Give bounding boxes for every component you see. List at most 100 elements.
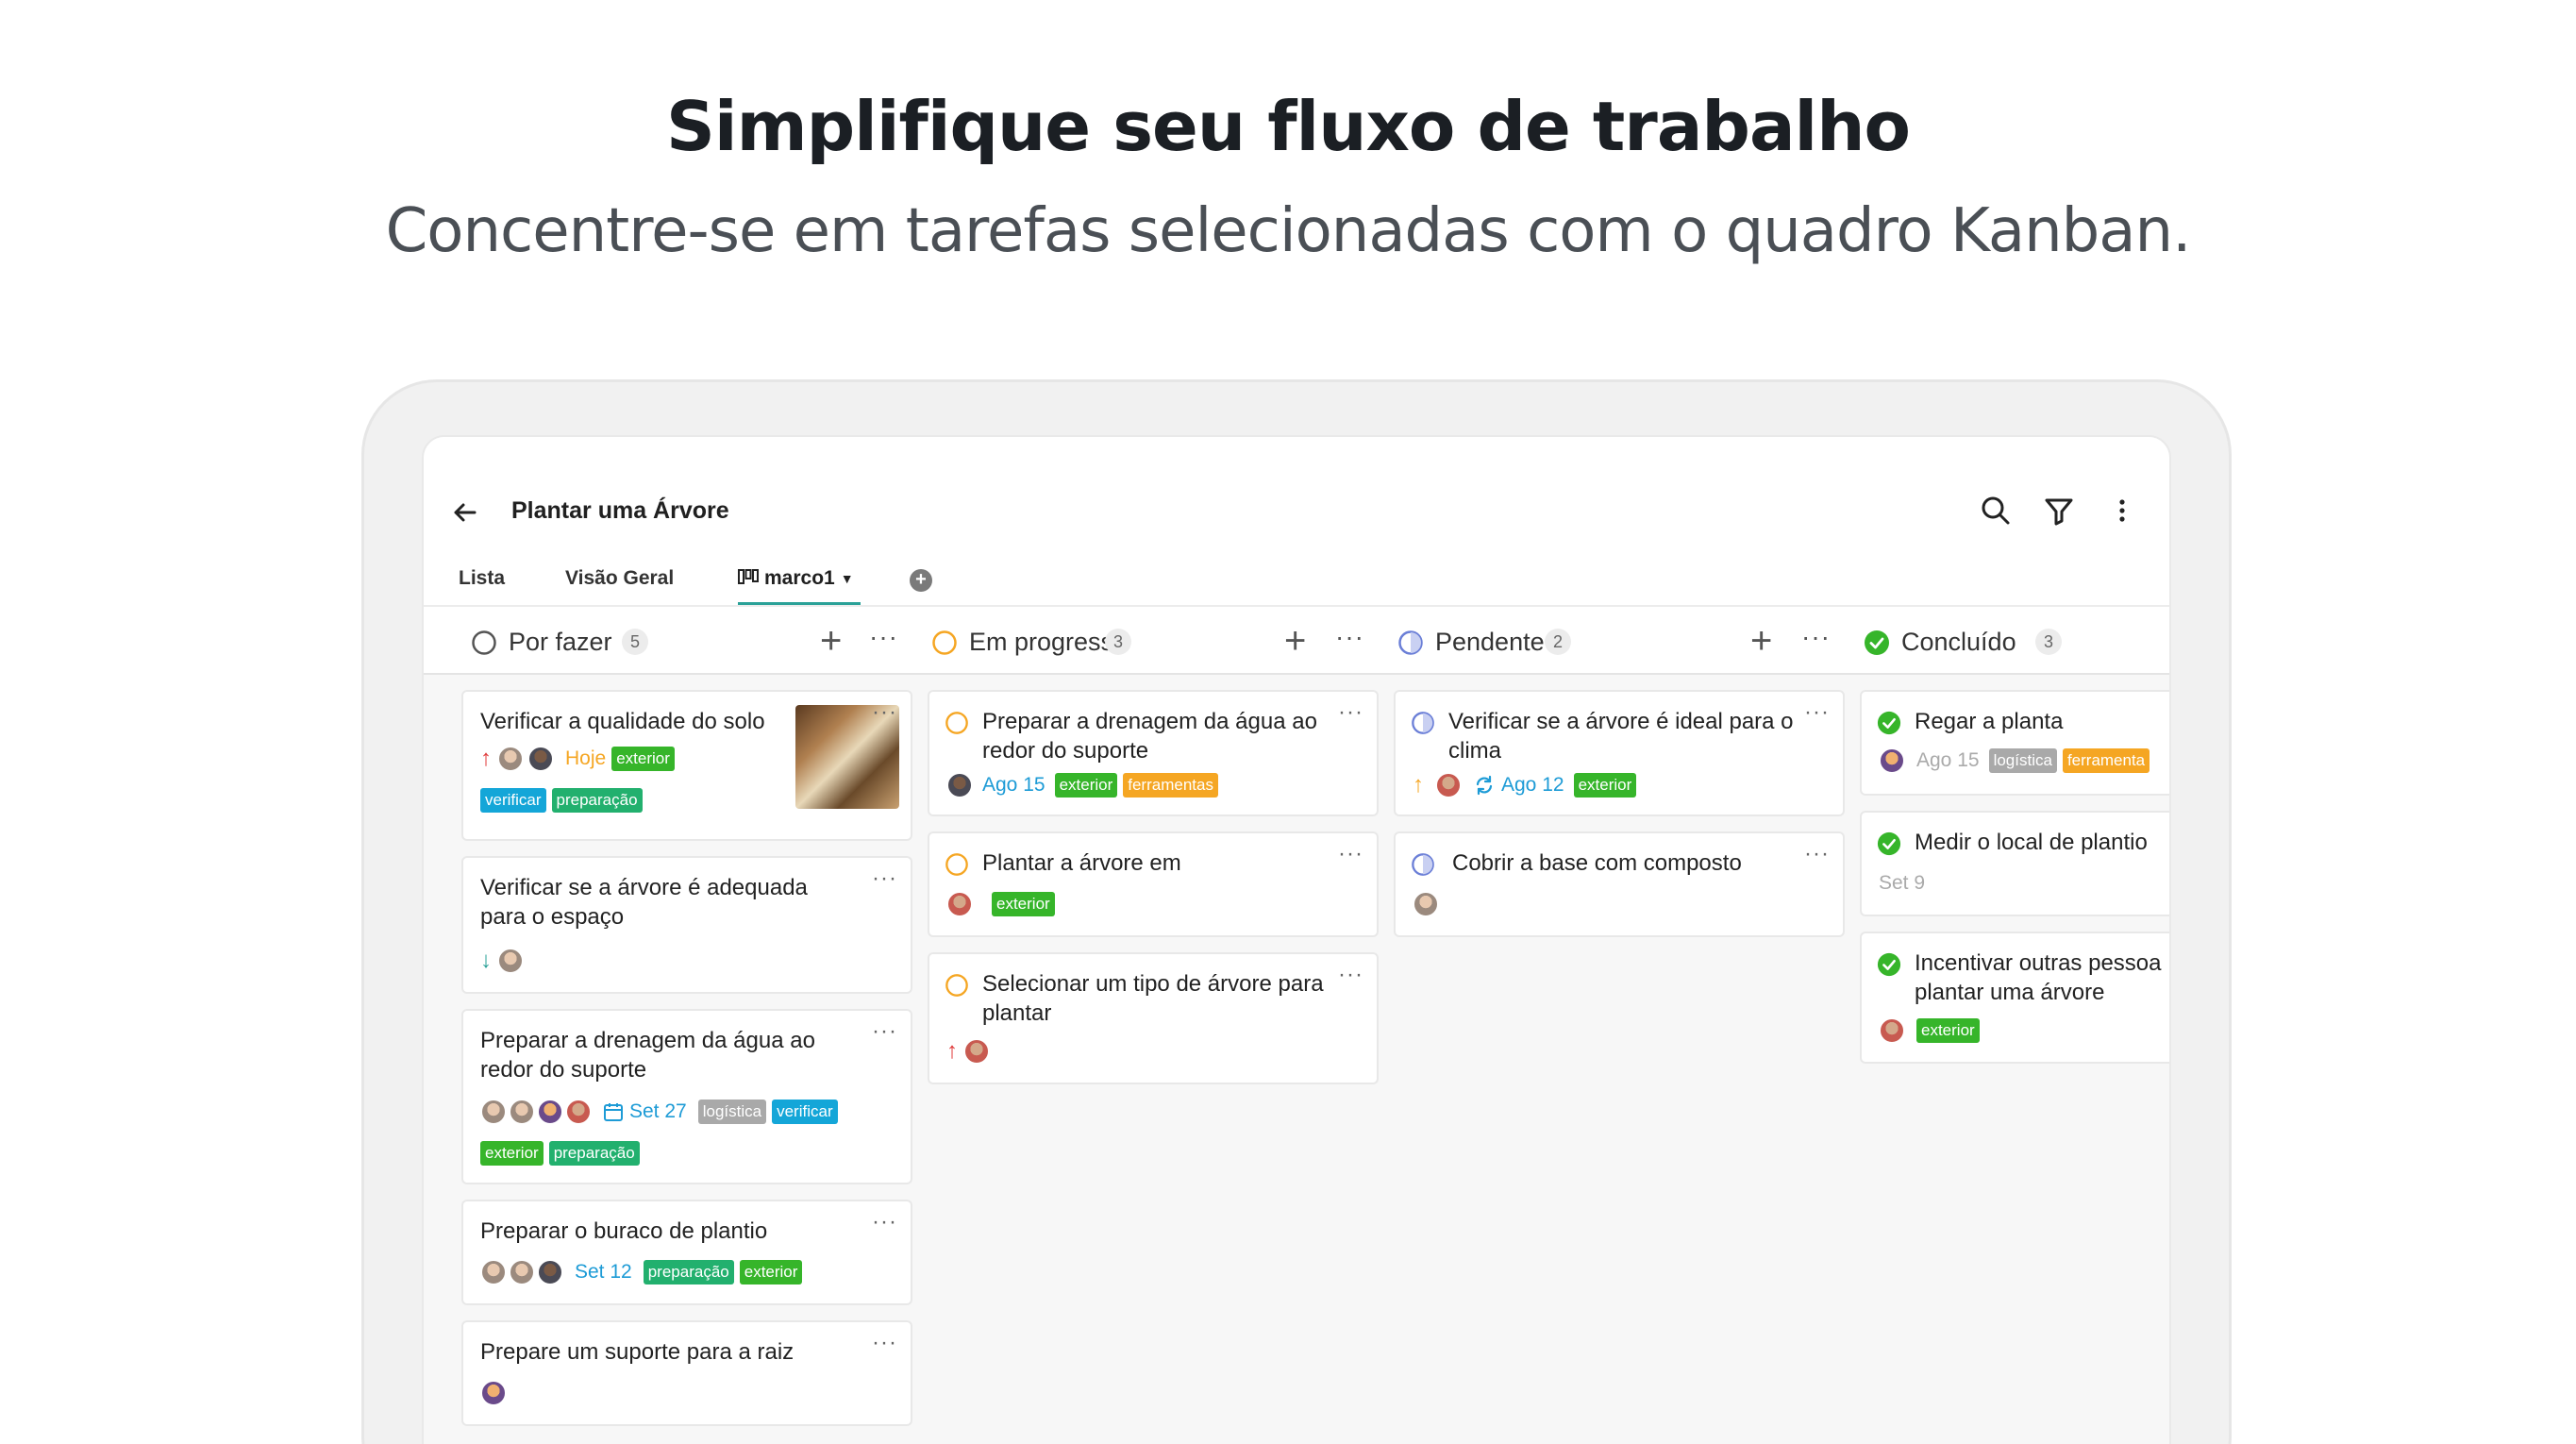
card-menu-button[interactable]: ··· [1804, 699, 1830, 726]
add-task-button[interactable]: + [820, 620, 842, 663]
card-menu-button[interactable]: ··· [1338, 841, 1363, 867]
marketing-headline: Simplifique seu fluxo de trabalho [666, 87, 1911, 166]
task-title: Plantar a árvore em [982, 850, 1181, 876]
avatar [527, 746, 554, 772]
add-view-button[interactable]: + [910, 569, 932, 592]
status-in-progress-icon [945, 712, 968, 734]
status-done-icon [1877, 831, 1901, 856]
card-menu-button[interactable]: ··· [872, 699, 897, 726]
task-card[interactable]: Preparar a drenagem da água ao redor do … [461, 1009, 912, 1184]
task-title: Selecionar um tipo de árvore para planta… [982, 971, 1324, 1026]
tag: logística [697, 1100, 767, 1124]
avatar [1879, 1017, 1905, 1044]
status-done-icon [1865, 630, 1889, 655]
column-count: 2 [1545, 629, 1571, 655]
task-card[interactable]: Verificar a qualidade do solo ··· ↑ Hoje… [461, 690, 912, 841]
tag: exterior [611, 747, 675, 771]
avatar [537, 1099, 563, 1125]
tag: exterior [480, 1141, 544, 1166]
tag: ferramenta [2062, 748, 2150, 773]
status-pending-icon [1412, 853, 1434, 876]
card-menu-button[interactable]: ··· [872, 1330, 897, 1356]
tag: preparação [643, 1260, 734, 1284]
task-title: Prepare um suporte para a raiz [480, 1339, 795, 1365]
priority-medium-icon: ↑ [1413, 772, 1424, 798]
column-header-pendente: Pendente 2 + ··· [1356, 607, 1830, 675]
task-title: Preparar a drenagem da água ao redor do … [982, 709, 1317, 764]
card-menu-button[interactable]: ··· [1804, 841, 1830, 867]
card-menu-button[interactable]: ··· [872, 1209, 897, 1235]
avatar [946, 772, 973, 798]
column-name: Pendente [1435, 628, 1545, 656]
top-bar: Plantar uma Árvore Lista Visão Geral mar… [424, 437, 2169, 607]
tag: verificar [772, 1100, 838, 1124]
card-menu-button[interactable]: ··· [1338, 962, 1363, 988]
tag: preparação [548, 1141, 640, 1166]
column-headers: Por fazer 5 + ··· Em progresso 3 + ··· P… [424, 607, 2169, 675]
status-open-icon [472, 630, 496, 655]
column-count: 3 [1105, 629, 1131, 655]
avatar [1879, 747, 1905, 774]
priority-high-icon: ↑ [946, 1038, 958, 1064]
task-card[interactable]: Plantar a árvore em ··· exterior [928, 831, 1379, 937]
add-task-button[interactable]: + [1284, 620, 1306, 663]
task-card[interactable]: Preparar a drenagem da água ao redor do … [928, 690, 1379, 816]
task-card[interactable]: Selecionar um tipo de árvore para planta… [928, 952, 1379, 1084]
priority-low-icon: ↓ [480, 948, 492, 973]
avatar [963, 1038, 990, 1065]
task-card[interactable]: Verificar se a árvore é ideal para o cli… [1394, 690, 1845, 816]
status-in-progress-icon [945, 974, 968, 997]
avatar [497, 746, 524, 772]
avatar [1435, 772, 1462, 798]
task-card[interactable]: Prepare um suporte para a raiz ··· [461, 1320, 912, 1426]
card-menu-button[interactable]: ··· [872, 1018, 897, 1045]
task-card[interactable]: Cobrir a base com composto ··· [1394, 831, 1845, 937]
task-title: Preparar a drenagem da água ao redor do … [480, 1028, 815, 1083]
task-title: Preparar o buraco de plantio [480, 1218, 768, 1244]
tab-lista[interactable]: Lista [459, 567, 505, 590]
more-vertical-icon[interactable] [2103, 492, 2141, 529]
card-menu-button[interactable]: ··· [872, 865, 897, 892]
task-title: Verificar se a árvore é ideal para o cli… [1448, 709, 1794, 764]
tag: exterior [992, 892, 1055, 916]
tag: logística [1988, 748, 2057, 773]
task-card[interactable]: Incentivar outras pessoa plantar uma árv… [1860, 932, 2169, 1064]
due-date: Hoje [565, 747, 607, 769]
tab-marco1[interactable]: marco1 ▼ [738, 567, 854, 590]
due-date: Ago 15 [982, 774, 1045, 796]
add-task-button[interactable]: + [1750, 620, 1772, 663]
tab-visao-geral[interactable]: Visão Geral [565, 567, 674, 590]
priority-high-icon: ↑ [480, 746, 492, 771]
task-title: Verificar a qualidade do solo [480, 709, 765, 734]
column-name: Por fazer [509, 628, 612, 656]
avatar [946, 891, 973, 917]
view-tabs: Lista Visão Geral marco1 ▼ + [424, 558, 2169, 607]
status-pending-icon [1412, 712, 1434, 734]
status-in-progress-icon [932, 630, 957, 655]
avatar [509, 1259, 535, 1285]
avatar [1413, 891, 1439, 917]
avatar [480, 1259, 507, 1285]
chevron-down-icon: ▼ [840, 571, 854, 586]
status-done-icon [1877, 711, 1901, 735]
tab-marco1-label: marco1 [764, 567, 835, 589]
column-header-em-progresso: Em progresso 3 + ··· [890, 607, 1363, 675]
column-header-concluido: Concluído 3 [1822, 607, 2169, 675]
task-card[interactable]: Regar a planta Ago 15 logística ferramen… [1860, 690, 2169, 796]
task-card[interactable]: Verificar se a árvore é adequada para o … [461, 856, 912, 994]
task-title: Regar a planta [1915, 709, 2064, 734]
due-date: Ago 15 [1916, 749, 1980, 771]
search-icon[interactable] [1977, 492, 2015, 529]
status-pending-icon [1398, 630, 1423, 655]
task-card[interactable]: Preparar o buraco de plantio ··· Set 12 … [461, 1200, 912, 1305]
arrow-left-icon[interactable] [446, 494, 484, 531]
tag: exterior [1916, 1018, 1980, 1043]
tag: exterior [739, 1260, 803, 1284]
card-menu-button[interactable]: ··· [1338, 699, 1363, 726]
task-title: Verificar se a árvore é adequada para o … [480, 875, 808, 930]
project-title: Plantar uma Árvore [511, 497, 729, 524]
filter-icon[interactable] [2040, 492, 2078, 529]
task-title: Medir o local de plantio [1915, 830, 2148, 855]
calendar-icon [604, 1103, 623, 1121]
task-card[interactable]: Medir o local de plantio Set 9 [1860, 811, 2169, 916]
